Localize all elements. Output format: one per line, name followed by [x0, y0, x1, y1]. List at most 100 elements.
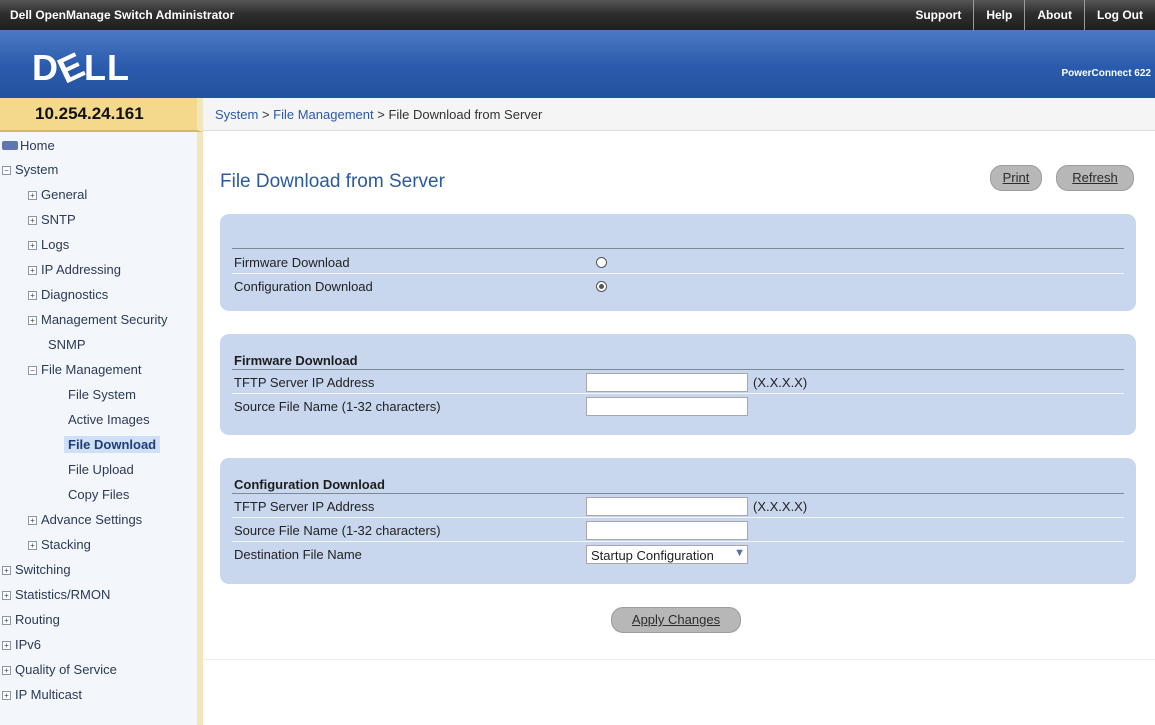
nav-item-home[interactable]: Home — [2, 138, 55, 153]
config-source-file-input[interactable] — [586, 521, 748, 540]
nav-item-sntp[interactable]: + SNTP — [28, 212, 76, 227]
panel-heading-text: Firmware Download — [234, 353, 358, 368]
nav-item-ip-addressing[interactable]: + IP Addressing — [28, 262, 121, 277]
nav-label: File Upload — [68, 462, 134, 477]
nav-label: Diagnostics — [41, 287, 109, 302]
main-content: File Download from Server Print Refresh … — [203, 131, 1155, 725]
expand-icon[interactable]: + — [2, 616, 11, 625]
nav-item-file-system[interactable]: File System — [68, 387, 136, 402]
destination-file-value: Startup Configuration — [591, 548, 714, 563]
nav-label: Stacking — [41, 537, 91, 552]
configuration-download-radio[interactable] — [596, 281, 607, 292]
nav-item-management-security[interactable]: + Management Security — [28, 312, 167, 327]
firmware-download-heading: Firmware Download — [232, 350, 1124, 370]
sidebar-nav: Home − System + General + SNTP + Logs + IP Ad… — [0, 132, 203, 725]
app-title: Dell OpenManage Switch Administrator — [10, 8, 235, 22]
about-link[interactable]: About — [1024, 0, 1084, 30]
expand-icon[interactable]: + — [2, 591, 11, 600]
expand-icon[interactable]: + — [28, 516, 37, 525]
breadcrumb: System > File Management > File Download… — [203, 98, 1155, 131]
nav-label: Statistics/RMON — [15, 587, 111, 602]
expand-icon[interactable]: + — [28, 266, 37, 275]
config-tftp-row: TFTP Server IP Address (X.X.X.X) — [232, 495, 1124, 518]
nav-item-advance-settings[interactable]: + Advance Settings — [28, 512, 142, 527]
nav-item-ip-multicast[interactable]: + IP Multicast — [2, 687, 82, 702]
nav-item-system[interactable]: − System — [2, 162, 58, 177]
nav-label: Switching — [15, 562, 71, 577]
nav-item-diagnostics[interactable]: + Diagnostics — [28, 287, 108, 302]
nav-label: IP Addressing — [41, 262, 121, 277]
print-button[interactable]: Print — [990, 165, 1042, 191]
firmware-download-row: Firmware Download — [232, 251, 1124, 274]
help-link[interactable]: Help — [973, 0, 1024, 30]
expand-icon[interactable]: + — [28, 316, 37, 325]
firmware-source-file-input[interactable] — [586, 397, 748, 416]
nav-label: Routing — [15, 612, 60, 627]
breadcrumb-file-management[interactable]: File Management — [273, 107, 373, 122]
nav-item-stacking[interactable]: + Stacking — [28, 537, 91, 552]
dell-logo: DELL — [32, 44, 130, 92]
expand-icon[interactable]: + — [28, 541, 37, 550]
logout-link[interactable]: Log Out — [1084, 0, 1155, 30]
expand-icon[interactable]: + — [28, 241, 37, 250]
chevron-down-icon[interactable]: ▼ — [734, 547, 745, 559]
nav-item-routing[interactable]: + Routing — [2, 612, 60, 627]
nav-label: SNTP — [41, 212, 76, 227]
refresh-button[interactable]: Refresh — [1056, 165, 1134, 191]
footer-divider — [203, 659, 1155, 660]
breadcrumb-sep: > — [373, 107, 389, 122]
nav-label: System — [15, 162, 59, 177]
nav-label: IPv6 — [15, 637, 42, 652]
nav-item-switching[interactable]: + Switching — [2, 562, 71, 577]
expand-icon[interactable]: + — [2, 691, 11, 700]
firmware-source-label: Source File Name (1-32 characters) — [234, 399, 441, 414]
nav-label: Active Images — [68, 412, 150, 427]
breadcrumb-system[interactable]: System — [215, 107, 258, 122]
download-type-panel: Firmware Download Configuration Download — [220, 214, 1136, 311]
nav-item-logs[interactable]: + Logs — [28, 237, 69, 252]
firmware-tftp-label: TFTP Server IP Address — [234, 375, 375, 390]
expand-icon[interactable]: + — [2, 666, 11, 675]
nav-label: IP Multicast — [15, 687, 82, 702]
destination-file-select[interactable]: Startup Configuration ▼ — [586, 545, 748, 564]
panel-divider — [232, 229, 1124, 249]
nav-label: File Management — [41, 362, 142, 377]
nav-item-snmp[interactable]: SNMP — [48, 337, 86, 352]
expand-icon[interactable]: + — [2, 566, 11, 575]
collapse-icon[interactable]: − — [28, 366, 37, 375]
nav-label: Advance Settings — [41, 512, 143, 527]
nav-item-file-management[interactable]: − File Management — [28, 362, 141, 377]
apply-changes-button[interactable]: Apply Changes — [611, 607, 741, 633]
nav-item-general[interactable]: + General — [28, 187, 87, 202]
firmware-download-radio[interactable] — [596, 257, 607, 268]
config-tftp-ip-input[interactable] — [586, 497, 748, 516]
firmware-source-row: Source File Name (1-32 characters) — [232, 395, 1124, 417]
config-tftp-label: TFTP Server IP Address — [234, 499, 375, 514]
nav-item-file-download[interactable]: File Download — [64, 436, 161, 453]
config-destination-label: Destination File Name — [234, 547, 362, 562]
expand-icon[interactable]: + — [28, 216, 37, 225]
panel-heading-text: Configuration Download — [234, 477, 385, 492]
nav-label: General — [41, 187, 88, 202]
product-name: PowerConnect 622 — [1061, 68, 1151, 79]
nav-item-active-images[interactable]: Active Images — [68, 412, 150, 427]
nav-item-ipv6[interactable]: + IPv6 — [2, 637, 41, 652]
firmware-tftp-ip-input[interactable] — [586, 373, 748, 392]
firmware-download-panel: Firmware Download TFTP Server IP Address… — [220, 334, 1136, 435]
expand-icon[interactable]: + — [2, 641, 11, 650]
expand-icon[interactable]: + — [28, 191, 37, 200]
expand-icon[interactable]: + — [28, 291, 37, 300]
config-source-row: Source File Name (1-32 characters) — [232, 519, 1124, 542]
brand-bar — [0, 30, 1155, 98]
config-source-label: Source File Name (1-32 characters) — [234, 523, 441, 538]
top-links: Support Help About Log Out — [903, 0, 1155, 30]
nav-item-copy-files[interactable]: Copy Files — [68, 487, 129, 502]
firmware-tftp-row: TFTP Server IP Address (X.X.X.X) — [232, 371, 1124, 394]
support-link[interactable]: Support — [903, 0, 973, 30]
nav-item-file-upload[interactable]: File Upload — [68, 462, 134, 477]
nav-label: Copy Files — [68, 487, 130, 502]
nav-item-quality-of-service[interactable]: + Quality of Service — [2, 662, 117, 677]
nav-label: Quality of Service — [15, 662, 117, 677]
collapse-icon[interactable]: − — [2, 166, 11, 175]
nav-item-statistics-rmon[interactable]: + Statistics/RMON — [2, 587, 110, 602]
